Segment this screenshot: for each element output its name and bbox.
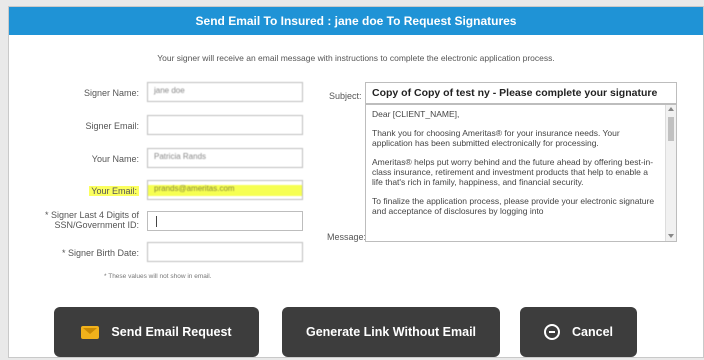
message-paragraph: Ameritas® helps put worry behind and the…: [372, 157, 654, 187]
generate-link-label: Generate Link Without Email: [305, 325, 477, 339]
intro-text: Your signer will receive an email messag…: [157, 53, 555, 63]
message-paragraph: Dear [CLIENT_NAME],: [372, 109, 460, 119]
message-text: Dear [CLIENT_NAME], Thank you for choosi…: [372, 109, 660, 225]
ssn-label-line1: * Signer Last 4 Digits of: [44, 210, 139, 220]
message-paragraph: To finalize the application process, ple…: [372, 196, 655, 216]
send-email-request-button[interactable]: Send Email Request: [54, 307, 259, 357]
dialog-title: Send Email To Insured : jane doe To Requ…: [9, 7, 703, 35]
signer-name-field[interactable]: jane doe: [147, 82, 303, 102]
ssn-label: * Signer Last 4 Digits of SSN/Government…: [19, 210, 139, 230]
scroll-thumb[interactable]: [668, 117, 674, 141]
generate-link-button[interactable]: Generate Link Without Email: [282, 307, 500, 357]
scroll-down-icon[interactable]: [668, 234, 674, 238]
values-note: * These values will not show in email.: [104, 273, 212, 280]
text-cursor: [156, 216, 157, 227]
message-paragraph: Thank you for choosing Ameritas® for you…: [372, 128, 620, 148]
send-email-dialog: Send Email To Insured : jane doe To Requ…: [8, 6, 704, 358]
message-label: Message:: [327, 232, 367, 242]
send-email-request-label: Send Email Request: [111, 325, 232, 339]
your-email-field[interactable]: prands@ameritas.com: [147, 180, 303, 200]
your-name-field[interactable]: Patricia Rands: [147, 148, 303, 168]
your-email-label-text: Your Email:: [89, 186, 139, 196]
cancel-label: Cancel: [572, 325, 613, 339]
scroll-up-icon[interactable]: [668, 107, 674, 111]
message-textarea[interactable]: Dear [CLIENT_NAME], Thank you for choosi…: [365, 104, 677, 242]
ssn-label-line2: SSN/Government ID:: [54, 220, 139, 230]
your-name-label: Your Name:: [91, 154, 139, 164]
signer-name-label: Signer Name:: [83, 88, 139, 98]
signer-email-field[interactable]: [147, 115, 303, 135]
your-email-label: Your Email:: [29, 186, 139, 196]
birth-date-field[interactable]: [147, 242, 303, 262]
envelope-icon: [81, 325, 100, 339]
subject-input[interactable]: Copy of Copy of test ny - Please complet…: [365, 82, 677, 104]
cancel-button[interactable]: Cancel: [520, 307, 637, 357]
signer-email-label: Signer Email:: [85, 121, 139, 131]
birth-date-label: * Signer Birth Date:: [61, 248, 139, 258]
subject-label: Subject:: [329, 91, 362, 101]
ssn-field[interactable]: [147, 211, 303, 231]
minus-circle-icon: [544, 324, 560, 340]
message-scrollbar[interactable]: [665, 105, 676, 241]
